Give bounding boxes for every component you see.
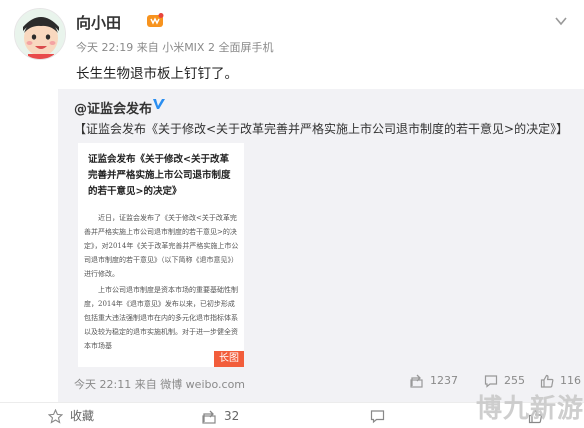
like-icon [540,374,554,388]
comment-icon [484,375,498,388]
forward-icon [202,410,216,424]
document-body: 近日，证监会发布了《关于修改<关于改革完善并严格实施上市公司退市制度的若干意见>… [84,211,240,355]
original-post-text: 【证监会发布《关于修改<关于改革完善并严格实施上市公司退市制度的若干意见>的决定… [74,122,569,136]
comment-button[interactable] [370,408,390,424]
forward-icon [410,374,423,388]
original-author-link[interactable]: @证监会发布 [74,98,152,117]
favorite-label: 收藏 [70,409,95,423]
star-icon [48,409,63,424]
cartoon-avatar-icon [15,9,65,59]
long-image-preview[interactable]: 证监会发布《关于修改<关于改革完善并严格实施上市公司退市制度的若干意见>的决定》… [78,143,244,367]
chevron-down-icon[interactable] [554,12,568,26]
document-paragraph: 上市公司退市制度是资本市场的重要基础性制度，2014年《退市意见》发布以来，已初… [84,286,238,350]
document-title: 证监会发布《关于修改<关于改革完善并严格实施上市公司退市制度的若干意见>的决定》 [88,154,231,197]
forward-count: 32 [224,409,240,423]
weibo-post: 向小田 今天 22:19 来自 小米MIX 2 全面屏手机 长生生物退市板上钉钉… [0,0,584,428]
username[interactable]: 向小田 [76,12,121,33]
document-paragraph: 近日，证监会发布了《关于修改<关于改革完善并严格实施上市公司退市制度的若干意见>… [84,214,239,278]
forward-button[interactable]: 32 [202,408,252,424]
original-post-meta: 今天 22:11 来自 微博 weibo.com [74,378,246,391]
long-image-badge: 长图 [214,351,244,367]
original-forward-button[interactable]: 1237 [410,372,470,390]
post-text: 长生生物退市板上钉钉了。 [76,66,238,82]
member-badge-icon[interactable] [146,12,164,30]
favorite-button[interactable]: 收藏 [48,408,108,424]
forward-count: 1237 [430,374,458,387]
post-meta: 今天 22:19 来自 小米MIX 2 全面屏手机 [76,41,274,54]
verified-icon [151,96,167,112]
site-watermark: 博九新游 [476,394,584,424]
reposted-weibo[interactable]: @证监会发布 【证监会发布《关于修改<关于改革完善并严格实施上市公司退市制度的若… [58,89,584,402]
avatar[interactable] [14,8,66,60]
comment-icon [370,410,385,424]
